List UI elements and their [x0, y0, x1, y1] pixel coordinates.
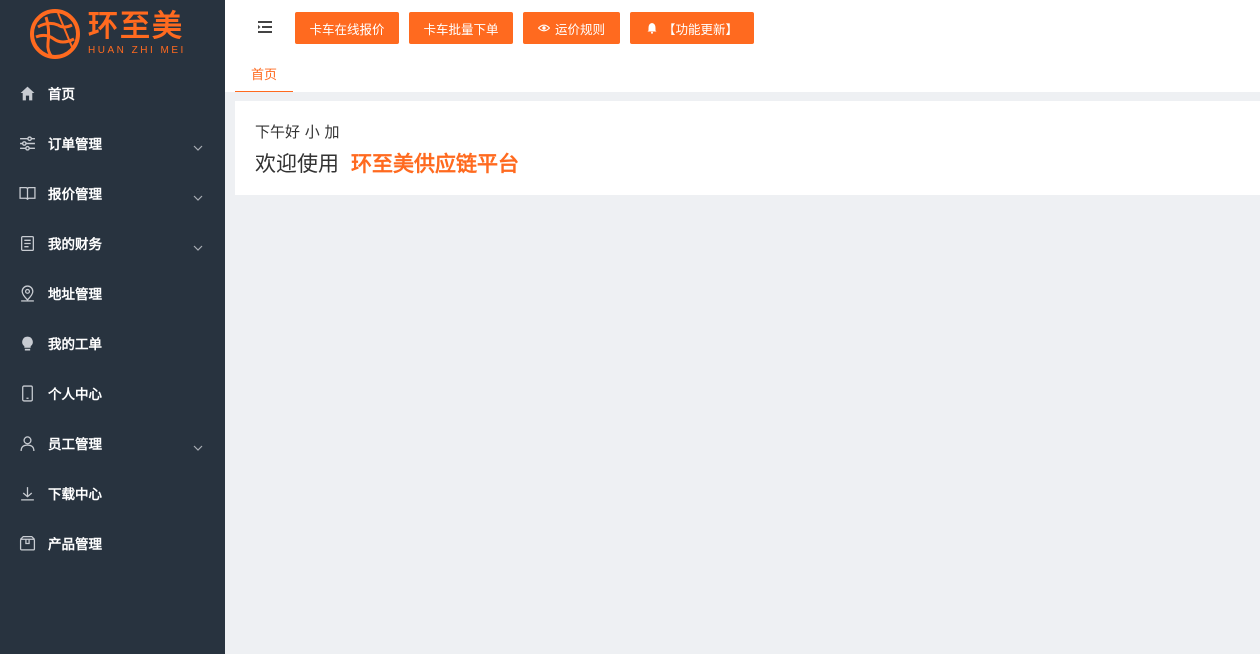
platform-name: 环至美供应链平台: [351, 152, 519, 176]
sidebar-item-home[interactable]: 首页: [0, 68, 225, 118]
sidebar-item-label: 个人中心: [48, 387, 102, 403]
package-icon: [18, 534, 36, 552]
sidebar-item-profile[interactable]: 个人中心: [0, 368, 225, 418]
sidebar: 环至美 HUAN ZHI MEI 首页 订单管理 报价管理 我的财务 地址管理 …: [0, 0, 225, 654]
eye-icon: [537, 24, 550, 32]
sidebar-item-label: 地址管理: [48, 287, 102, 303]
button-label: 运价规则: [554, 21, 605, 37]
sidebar-item-label: 订单管理: [48, 137, 102, 153]
sidebar-item-label: 下载中心: [48, 487, 102, 503]
chevron-down-icon: [193, 438, 203, 451]
feature-update-button[interactable]: 【功能更新】: [630, 12, 754, 44]
globe-logo-icon: [30, 9, 80, 59]
freight-rules-button[interactable]: 运价规则: [523, 12, 620, 44]
sidebar-item-staff[interactable]: 员工管理: [0, 418, 225, 468]
sidebar-item-products[interactable]: 产品管理: [0, 518, 225, 568]
brand-name: 环至美: [88, 9, 184, 44]
mobile-icon: [18, 384, 36, 402]
welcome-heading: 欢迎使用 环至美供应链平台: [255, 148, 519, 178]
sidebar-item-label: 我的财务: [48, 237, 102, 253]
sidebar-item-label: 首页: [48, 87, 75, 103]
document-icon: [18, 234, 36, 252]
chevron-down-icon: [193, 238, 203, 251]
menu-toggle-icon[interactable]: [257, 19, 273, 35]
sidebar-item-finance[interactable]: 我的财务: [0, 218, 225, 268]
sidebar-item-downloads[interactable]: 下载中心: [0, 468, 225, 518]
button-label: 卡车在线报价: [309, 21, 385, 37]
bell-icon: [647, 23, 657, 34]
sidebar-item-label: 产品管理: [48, 537, 102, 553]
logo[interactable]: 环至美 HUAN ZHI MEI: [0, 0, 225, 68]
button-label: 卡车批量下单: [423, 21, 499, 37]
tab-bar: 首页: [225, 56, 1260, 92]
sidebar-item-quotes[interactable]: 报价管理: [0, 168, 225, 218]
user-icon: [18, 434, 36, 452]
sidebar-item-orders[interactable]: 订单管理: [0, 118, 225, 168]
button-label: 【功能更新】: [662, 21, 738, 37]
brand-name-en: HUAN ZHI MEI: [88, 45, 186, 56]
map-pin-icon: [18, 284, 36, 302]
top-toolbar: 卡车在线报价 卡车批量下单 运价规则 【功能更新】: [225, 0, 1260, 56]
tab-home[interactable]: 首页: [235, 56, 293, 92]
welcome-card: 下午好 小 加 欢迎使用 环至美供应链平台: [235, 101, 1260, 195]
bulb-icon: [18, 334, 36, 352]
sidebar-item-label: 我的工单: [48, 337, 102, 353]
sliders-icon: [18, 134, 36, 152]
download-icon: [18, 484, 36, 502]
sidebar-item-address[interactable]: 地址管理: [0, 268, 225, 318]
book-icon: [18, 184, 36, 202]
sidebar-item-tickets[interactable]: 我的工单: [0, 318, 225, 368]
truck-online-quote-button[interactable]: 卡车在线报价: [295, 12, 399, 44]
truck-bulk-order-button[interactable]: 卡车批量下单: [409, 12, 513, 44]
sidebar-item-label: 报价管理: [48, 187, 102, 203]
chevron-down-icon: [193, 188, 203, 201]
sidebar-item-label: 员工管理: [48, 437, 102, 453]
chevron-down-icon: [193, 138, 203, 151]
welcome-prefix: 欢迎使用: [255, 152, 339, 176]
home-icon: [18, 84, 36, 102]
sidebar-menu: 首页 订单管理 报价管理 我的财务 地址管理 我的工单 个人中心 员工管理 下载…: [0, 68, 225, 568]
greeting-text: 下午好 小 加: [255, 123, 340, 141]
